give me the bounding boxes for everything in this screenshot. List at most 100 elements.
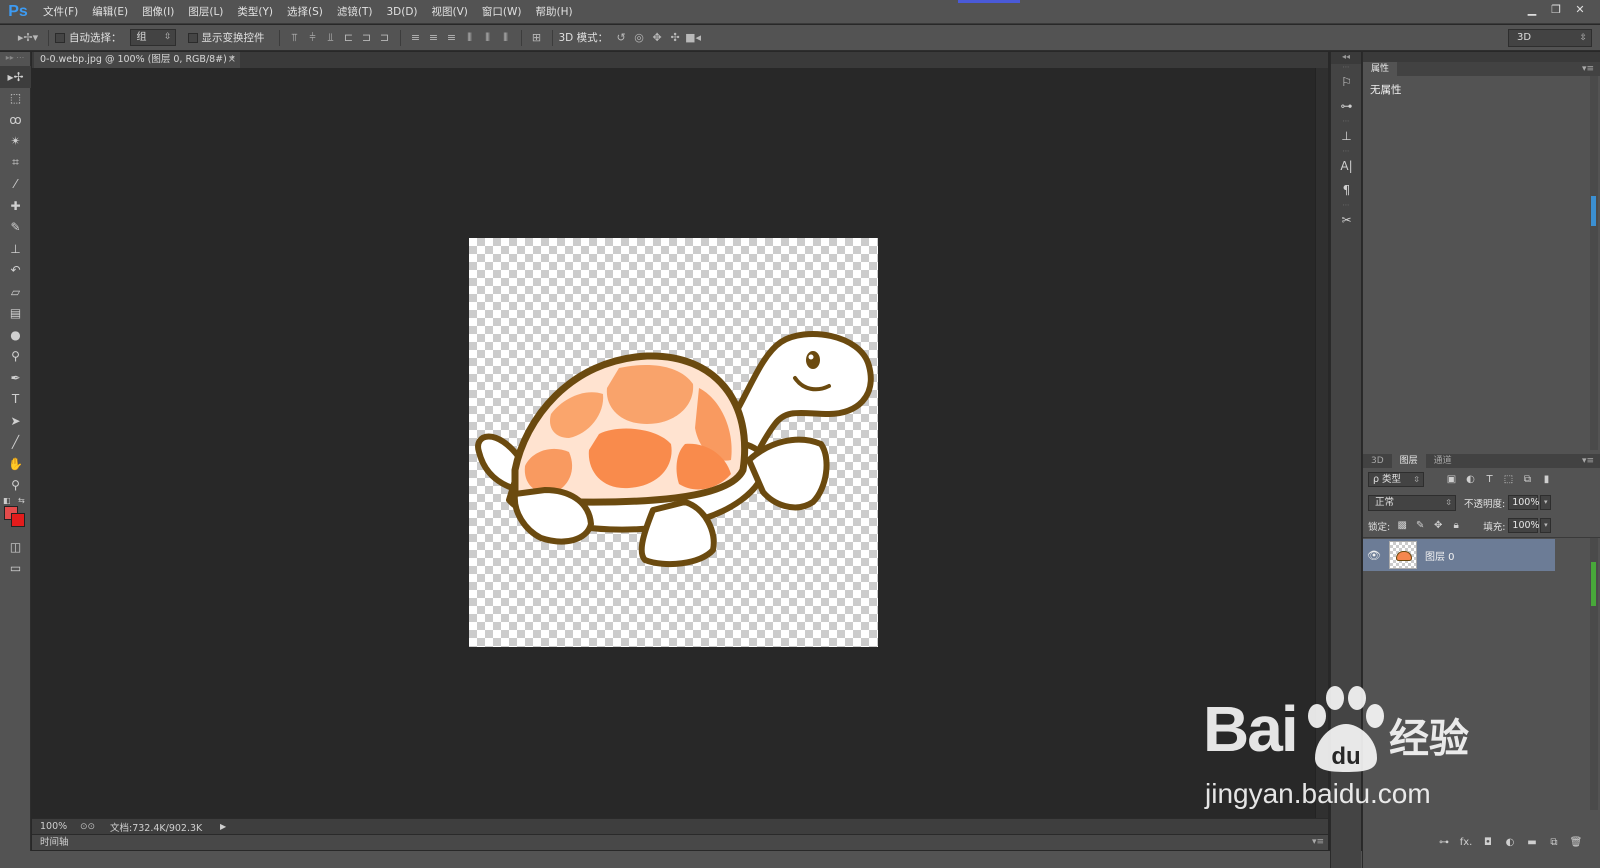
lock-all-icon[interactable]: 🔒︎ (1447, 520, 1465, 531)
history-brush-tool-icon[interactable]: ↶ (0, 260, 31, 282)
menu-window[interactable]: 窗口(W) (475, 0, 529, 24)
align-hcenter-icon[interactable]: ⊐ (358, 29, 376, 47)
healing-brush-tool-icon[interactable]: ✚ (0, 195, 31, 217)
layer-comps-panel-icon[interactable]: ⊥ (1331, 124, 1362, 148)
menu-layer[interactable]: 图层(L) (181, 0, 230, 24)
history-panel-icon[interactable]: ⚐ (1331, 70, 1362, 94)
3d-camera-icon[interactable]: ■◂ (684, 29, 702, 47)
status-menu-arrow-icon[interactable]: ▶ (220, 822, 226, 831)
character-panel-icon[interactable]: A| (1331, 154, 1362, 178)
layer-row[interactable]: 👁︎ 图层 0 (1363, 539, 1555, 571)
quick-mask-icon[interactable]: ◫ (0, 536, 31, 558)
add-mask-icon[interactable]: ◘ (1477, 837, 1499, 848)
minimize-icon[interactable]: ▁ (1520, 0, 1544, 18)
menu-image[interactable]: 图像(I) (135, 0, 181, 24)
swap-colors-icon[interactable]: ⇆ (18, 496, 25, 505)
align-bottom-icon[interactable]: ⫫ (322, 29, 340, 47)
crop-tool-icon[interactable]: ⌗ (0, 152, 31, 174)
document-image[interactable] (469, 238, 878, 647)
filter-type-icon[interactable]: T (1480, 474, 1499, 485)
filter-adjustment-icon[interactable]: ◐ (1461, 474, 1480, 485)
filter-shape-icon[interactable]: ⬚ (1499, 474, 1518, 485)
fill-input[interactable]: 100% (1508, 518, 1540, 533)
new-adjustment-layer-icon[interactable]: ◐ (1499, 837, 1521, 848)
line-tool-icon[interactable]: ╱ (0, 432, 31, 454)
menu-edit[interactable]: 编辑(E) (85, 0, 135, 24)
auto-align-icon[interactable]: ⊞ (528, 29, 546, 47)
new-layer-icon[interactable]: ⧉ (1543, 837, 1565, 848)
align-vcenter-icon[interactable]: ⫩ (304, 29, 322, 47)
distribute-hcenter-icon[interactable]: ⦀ (479, 29, 497, 47)
blur-tool-icon[interactable]: ● (0, 324, 31, 346)
hand-tool-icon[interactable]: ✋ (0, 453, 31, 475)
distribute-left-icon[interactable]: ⦀ (461, 29, 479, 47)
properties-scroll-thumb[interactable] (1591, 196, 1596, 226)
menu-3d[interactable]: 3D(D) (379, 0, 424, 24)
opacity-input[interactable]: 100% (1508, 495, 1539, 510)
filter-pixel-icon[interactable]: ▣ (1442, 474, 1461, 485)
layers-scroll-thumb[interactable] (1591, 562, 1596, 606)
timeline-panel-bar[interactable]: 时间轴 ▾≡ (32, 834, 1328, 850)
show-transform-checkbox[interactable] (187, 32, 198, 43)
visibility-eye-icon[interactable]: 👁︎ (1363, 549, 1385, 562)
3d-drag-icon[interactable]: ✥ (648, 29, 666, 47)
paragraph-panel-icon[interactable]: ¶ (1331, 178, 1362, 202)
menu-view[interactable]: 视图(V) (425, 0, 475, 24)
distribute-top-icon[interactable]: ≡ (407, 29, 425, 47)
menu-type[interactable]: 类型(Y) (230, 0, 280, 24)
lock-position-icon[interactable]: ✥ (1429, 520, 1447, 531)
auto-select-dropdown[interactable]: 组 (129, 29, 176, 46)
toolbox-grip[interactable]: ▸▸ ⋯ (0, 52, 30, 66)
3d-orbit-icon[interactable]: ↺ (612, 29, 630, 47)
workspace-dropdown[interactable]: 3D (1508, 29, 1592, 47)
magic-wand-tool-icon[interactable]: ✴ (0, 131, 31, 153)
menu-help[interactable]: 帮助(H) (529, 0, 580, 24)
layer-filter-dropdown[interactable]: ρ 类型 (1368, 472, 1424, 487)
menu-file[interactable]: 文件(F) (36, 0, 85, 24)
blend-mode-dropdown[interactable]: 正常 (1368, 494, 1456, 511)
tab-layers[interactable]: 图层 (1391, 454, 1426, 468)
align-right-icon[interactable]: ⊐ (376, 29, 394, 47)
type-tool-icon[interactable]: T (0, 389, 31, 411)
clone-stamp-tool-icon[interactable]: ⊥ (0, 238, 31, 260)
menu-select[interactable]: 选择(S) (280, 0, 330, 24)
gradient-tool-icon[interactable]: ▤ (0, 303, 31, 325)
distribute-vcenter-icon[interactable]: ≡ (425, 29, 443, 47)
zoom-tool-icon[interactable]: ⚲ (0, 475, 31, 497)
path-selection-tool-icon[interactable]: ➤ (0, 410, 31, 432)
distribute-right-icon[interactable]: ⦀ (497, 29, 515, 47)
dodge-tool-icon[interactable]: ⚲ (0, 346, 31, 368)
pen-tool-icon[interactable]: ✒ (0, 367, 31, 389)
auto-select-checkbox[interactable] (55, 32, 65, 43)
tool-presets-panel-icon[interactable]: ✂ (1331, 208, 1362, 232)
tab-properties[interactable]: 属性 (1363, 62, 1398, 76)
layers-menu-icon[interactable]: ▾≡ (1582, 454, 1594, 468)
distribute-bottom-icon[interactable]: ≡ (443, 29, 461, 47)
lock-image-icon[interactable]: ✎ (1411, 520, 1429, 531)
brush-tool-icon[interactable]: ✎ (0, 217, 31, 239)
align-top-icon[interactable]: ⫪ (286, 29, 304, 47)
document-tab[interactable]: 0-0.webp.jpg @ 100% (图层 0, RGB/8#) * × (34, 52, 240, 68)
canvas-vertical-scrollbar[interactable] (1315, 68, 1328, 818)
eyedropper-tool-icon[interactable]: ⁄ (0, 174, 31, 196)
default-colors-icon[interactable]: ◧ (3, 496, 11, 505)
layer-style-fx-icon[interactable]: fx. (1455, 837, 1477, 848)
3d-roll-icon[interactable]: ◎ (630, 29, 648, 47)
lasso-tool-icon[interactable]: ꝏ (0, 109, 31, 131)
align-left-icon[interactable]: ⊏ (340, 29, 358, 47)
tab-3d[interactable]: 3D (1363, 454, 1392, 468)
close-document-icon[interactable]: × (228, 52, 236, 68)
eraser-tool-icon[interactable]: ▱ (0, 281, 31, 303)
background-color-swatch[interactable] (11, 513, 25, 527)
properties-scrollbar[interactable] (1590, 76, 1598, 450)
filter-toggle-icon[interactable]: ▮ (1537, 474, 1556, 485)
timeline-menu-icon[interactable]: ▾≡ (1312, 835, 1324, 850)
lock-transparent-icon[interactable]: ▩ (1393, 520, 1411, 531)
adjustments-panel-icon[interactable]: ⊶ (1331, 94, 1362, 118)
filter-smart-object-icon[interactable]: ⧉ (1518, 474, 1537, 485)
delete-layer-icon[interactable]: 🗑︎ (1565, 837, 1587, 848)
layers-scrollbar[interactable] (1590, 538, 1598, 810)
restore-icon[interactable]: ❐ (1544, 0, 1568, 18)
marquee-tool-icon[interactable]: ⬚ (0, 88, 31, 110)
link-layers-icon[interactable]: ⊶ (1433, 837, 1455, 848)
